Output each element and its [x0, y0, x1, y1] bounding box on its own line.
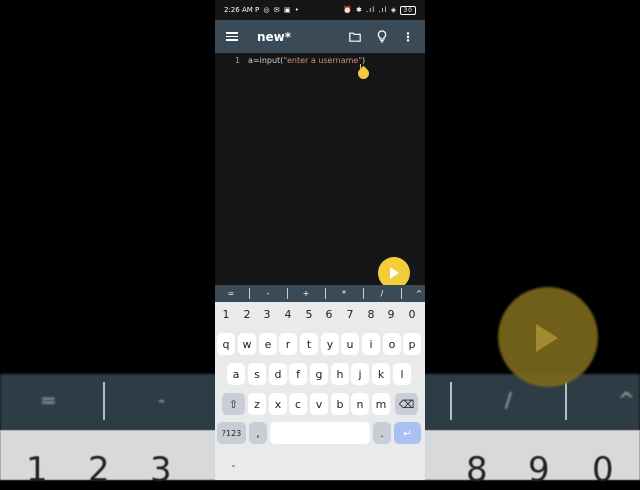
key-letter[interactable]: j [351, 363, 369, 385]
lightbulb-icon[interactable] [375, 20, 389, 53]
key-digit[interactable]: 9 [381, 308, 401, 321]
symbol-divider [325, 288, 326, 299]
key-letter[interactable]: q [217, 333, 235, 355]
status-bar: 2:26 AM P ◎ ✉ ▣ • ⏰ ✱ .ıl .ıl ◈ 30 [215, 0, 425, 20]
key-digit[interactable]: 5 [299, 308, 319, 321]
bg-divider [103, 382, 105, 420]
bg-digit: 2 [88, 450, 110, 490]
key-letter[interactable]: i [362, 333, 380, 355]
battery-icon: 30 [400, 6, 416, 15]
play-icon [390, 267, 399, 279]
bg-divider [565, 382, 567, 420]
symbol-key[interactable]: = [223, 289, 239, 298]
bg-digit: 9 [528, 450, 550, 490]
app-toolbar: new* ⋮ [215, 20, 425, 53]
system-icons: ⏰ ✱ .ıl .ıl ◈ 30 [343, 6, 416, 15]
code-line[interactable]: a=input("enter a username") [248, 56, 365, 65]
code-prefix: a=input( [248, 56, 284, 65]
key-letter[interactable]: r [279, 333, 297, 355]
space-key[interactable] [270, 422, 370, 444]
signal-icons: ⏰ ✱ .ıl .ıl ◈ [343, 6, 398, 14]
shift-key[interactable]: ⇧ [222, 393, 245, 415]
menu-icon[interactable] [223, 20, 241, 53]
bg-digit: 8 [466, 450, 488, 490]
key-digit[interactable]: 6 [319, 308, 339, 321]
file-title: new* [257, 29, 292, 44]
key-letter[interactable]: m [372, 393, 390, 415]
bg-digit: 3 [150, 450, 172, 490]
symbol-key[interactable]: - [260, 289, 276, 298]
key-letter[interactable]: f [289, 363, 307, 385]
soft-keyboard: 1 2 3 4 5 6 7 8 9 0 q w e r t y u i o p … [215, 302, 425, 480]
key-letter[interactable]: l [393, 363, 411, 385]
bg-digit: 0 [592, 450, 614, 490]
bg-symbol: / [505, 388, 512, 412]
key-letter[interactable]: w [238, 333, 256, 355]
key-letter[interactable]: y [321, 333, 339, 355]
key-letter[interactable]: k [372, 363, 390, 385]
symbols-key[interactable]: ?123 [217, 422, 246, 444]
line-number: 1 [235, 56, 241, 65]
status-time: 2:26 AM [224, 6, 253, 14]
bg-symbol: ^ [618, 388, 635, 412]
key-letter[interactable]: o [383, 333, 401, 355]
key-letter[interactable]: n [351, 393, 369, 415]
key-letter[interactable]: u [341, 333, 359, 355]
key-letter[interactable]: a [227, 363, 245, 385]
symbol-divider [249, 288, 250, 299]
key-letter[interactable]: z [248, 393, 266, 415]
bg-divider [450, 382, 452, 420]
phone-screen: 2:26 AM P ◎ ✉ ▣ • ⏰ ✱ .ıl .ıl ◈ 30 new* … [215, 0, 425, 480]
symbol-divider [401, 288, 402, 299]
code-editor[interactable]: 1 a=input("enter a username") [215, 53, 425, 285]
symbol-key[interactable]: ^ [411, 289, 425, 298]
key-digit[interactable]: 8 [361, 308, 381, 321]
key-digit[interactable]: 0 [402, 308, 422, 321]
key-digit[interactable]: 2 [237, 308, 257, 321]
notification-icons: P ◎ ✉ ▣ • [255, 6, 300, 14]
period-key[interactable]: . [373, 422, 391, 444]
bg-play-icon [536, 324, 558, 352]
key-digit[interactable]: 1 [216, 308, 236, 321]
code-string: "enter a username" [283, 56, 362, 65]
key-letter[interactable]: v [310, 393, 328, 415]
bg-symbol: = [40, 388, 57, 412]
key-letter[interactable]: h [331, 363, 349, 385]
key-letter[interactable]: d [269, 363, 287, 385]
key-digit[interactable]: 7 [340, 308, 360, 321]
hide-keyboard-icon[interactable]: ⌄ [230, 460, 237, 469]
key-letter[interactable]: g [310, 363, 328, 385]
key-digit[interactable]: 4 [278, 308, 298, 321]
key-letter[interactable]: x [269, 393, 287, 415]
enter-key[interactable]: ↵ [394, 422, 421, 444]
symbol-bar: = - + * / ^ [215, 285, 425, 302]
key-letter[interactable]: c [289, 393, 307, 415]
key-digit[interactable]: 3 [257, 308, 277, 321]
bg-digit: 1 [26, 450, 48, 490]
backspace-key[interactable]: ⌫ [395, 393, 418, 415]
comma-key[interactable]: , [249, 422, 267, 444]
symbol-divider [363, 288, 364, 299]
more-options-icon[interactable]: ⋮ [402, 20, 414, 53]
symbol-key[interactable]: * [336, 289, 352, 298]
bg-symbol: - [158, 388, 166, 412]
key-letter[interactable]: b [331, 393, 349, 415]
symbol-key[interactable]: / [374, 289, 390, 298]
folder-icon[interactable] [347, 20, 363, 53]
key-letter[interactable]: t [300, 333, 318, 355]
key-letter[interactable]: s [248, 363, 266, 385]
key-letter[interactable]: e [259, 333, 277, 355]
symbol-key[interactable]: + [298, 289, 314, 298]
key-letter[interactable]: p [403, 333, 421, 355]
symbol-divider [287, 288, 288, 299]
code-suffix: ) [362, 56, 366, 65]
